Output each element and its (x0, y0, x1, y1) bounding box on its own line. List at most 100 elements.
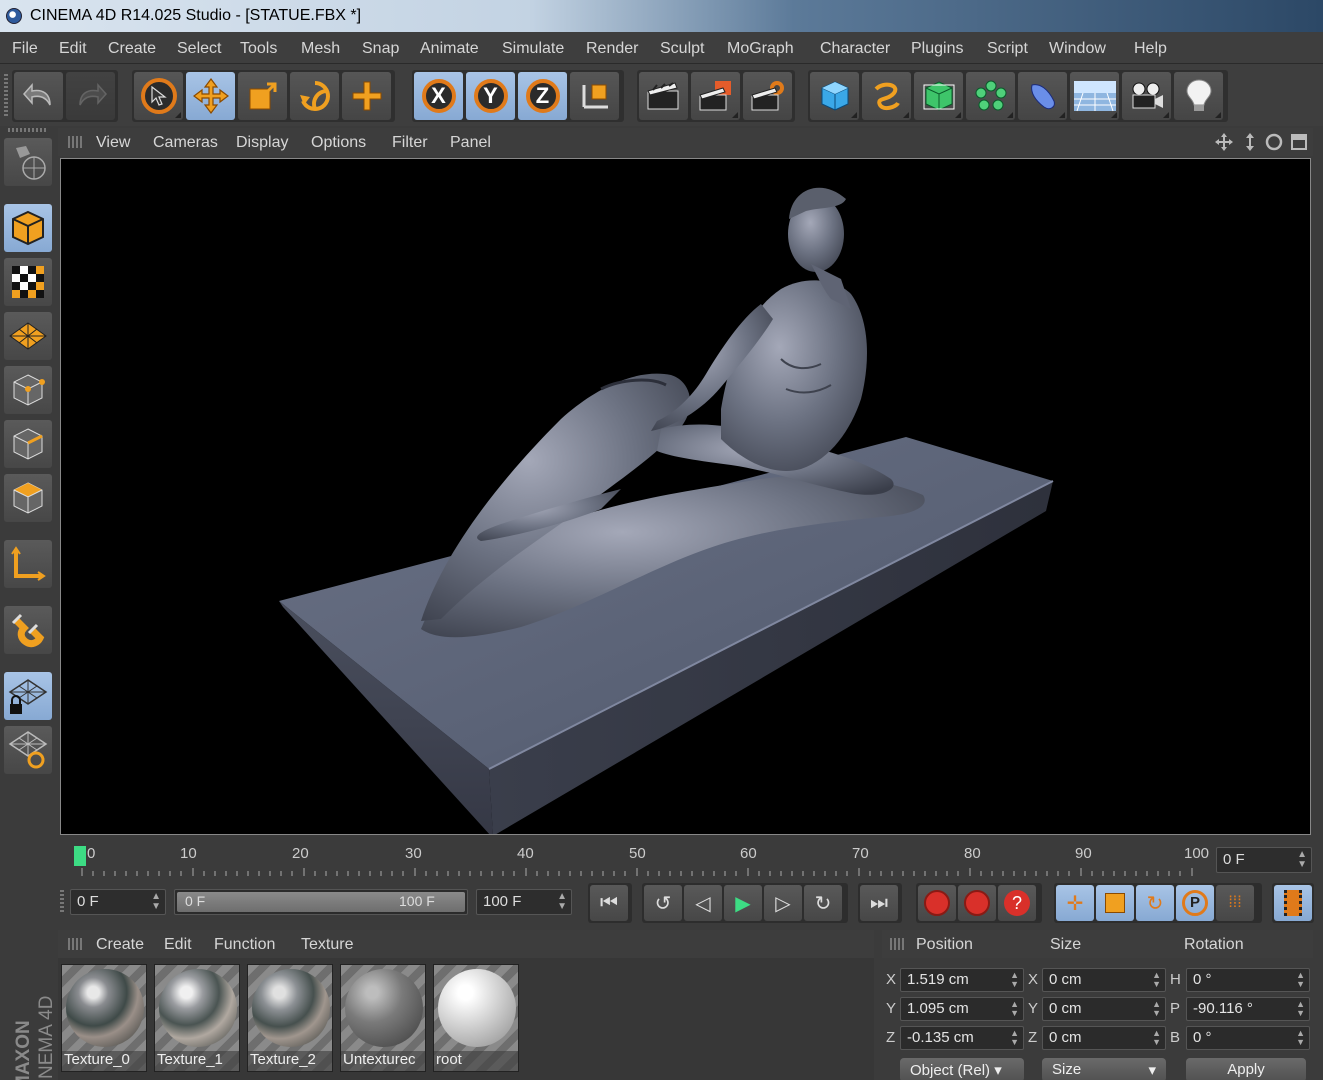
go-to-start-icon[interactable]: ⏮ (590, 885, 628, 921)
add-icon[interactable] (342, 72, 391, 120)
viewport-menu-filter[interactable]: Filter (392, 134, 428, 152)
menu-render[interactable]: Render (586, 40, 638, 58)
play-forward-icon[interactable]: ▶ (724, 885, 762, 921)
menu-tools[interactable]: Tools (240, 40, 277, 58)
rotation-b-field[interactable]: 0 ° ▲ ▼ (1186, 1026, 1310, 1050)
position-y-field[interactable]: 1.095 cm ▲ ▼ (900, 997, 1024, 1021)
size-mode-dropdown[interactable]: Size ▾ (1042, 1058, 1166, 1080)
undo-icon[interactable] (14, 72, 63, 120)
apply-button[interactable]: Apply (1186, 1058, 1306, 1080)
record-scale-icon[interactable] (1096, 885, 1134, 921)
size-y-field[interactable]: 0 cm ▲ ▼ (1042, 997, 1166, 1021)
light-icon[interactable] (1174, 72, 1223, 120)
position-z-field[interactable]: -0.135 cm ▲ ▼ (900, 1026, 1024, 1050)
coordinates-grip[interactable] (890, 938, 904, 950)
texture-mode-icon[interactable] (4, 258, 52, 306)
workplane-icon[interactable] (4, 726, 52, 774)
go-next-key-icon[interactable]: ↻ (804, 885, 842, 921)
material-texture-2[interactable]: Texture_2 (247, 964, 333, 1072)
subdivision-icon[interactable] (914, 72, 963, 120)
timeline-ruler[interactable]: 0 10 20 30 40 50 60 70 80 90 100 (60, 840, 1210, 878)
move-icon[interactable] (186, 72, 235, 120)
rotation-h-field[interactable]: 0 ° ▲ ▼ (1186, 968, 1310, 992)
material-grip[interactable] (68, 938, 82, 950)
rotate-icon[interactable] (290, 72, 339, 120)
go-to-end-icon[interactable]: ⏭ (860, 885, 898, 921)
magnet-icon[interactable] (4, 606, 52, 654)
spline-pen-icon[interactable] (862, 72, 911, 120)
render-picture-viewer-icon[interactable] (691, 72, 740, 120)
position-x-field[interactable]: 1.519 cm ▲ ▼ (900, 968, 1024, 992)
material-texture-1[interactable]: Texture_1 (154, 964, 240, 1072)
edges-mode-icon[interactable] (4, 420, 52, 468)
min-frame-field[interactable]: 0 F ▲ ▼ (70, 889, 166, 915)
render-view-icon[interactable] (639, 72, 688, 120)
lock-workplane-icon[interactable] (4, 672, 52, 720)
menu-snap[interactable]: Snap (362, 40, 399, 58)
next-frame-icon[interactable]: ▷ (764, 885, 802, 921)
viewport-menu-panel[interactable]: Panel (450, 134, 491, 152)
menu-help[interactable]: Help (1134, 40, 1167, 58)
menu-mesh[interactable]: Mesh (301, 40, 340, 58)
menu-window[interactable]: Window (1049, 40, 1106, 58)
palette-grip[interactable] (8, 128, 46, 132)
y-axis-lock-button[interactable]: Y (466, 72, 515, 120)
size-x-field[interactable]: 0 cm ▲ ▼ (1042, 968, 1166, 992)
x-axis-lock-button[interactable]: X (414, 72, 463, 120)
viewport-menu-options[interactable]: Options (311, 134, 366, 152)
preview-range-slider[interactable]: 0 F 100 F (174, 889, 468, 915)
record-parameter-icon[interactable]: P (1176, 885, 1214, 921)
toolbar-grip[interactable] (4, 74, 8, 116)
current-frame-field[interactable]: 0 F ▲ ▼ (1216, 847, 1312, 873)
world-coordinate-icon[interactable] (570, 72, 619, 120)
max-frame-field[interactable]: 100 F ▲ ▼ (476, 889, 572, 915)
material-menu-texture[interactable]: Texture (301, 936, 353, 954)
material-menu-create[interactable]: Create (96, 936, 144, 954)
menu-character[interactable]: Character (820, 40, 890, 58)
z-axis-lock-button[interactable]: Z (518, 72, 567, 120)
viewport-grip[interactable] (68, 136, 82, 148)
autokeying-icon[interactable] (958, 885, 996, 921)
menu-plugins[interactable]: Plugins (911, 40, 963, 58)
menu-file[interactable]: File (12, 40, 38, 58)
rotation-p-field[interactable]: -90.116 ° ▲ ▼ (1186, 997, 1310, 1021)
timeline-playhead[interactable] (74, 846, 86, 866)
cube-icon[interactable] (810, 72, 859, 120)
axis-mode-icon[interactable] (4, 540, 52, 588)
material-texture-0[interactable]: Texture_0 (61, 964, 147, 1072)
previous-frame-icon[interactable]: ◁ (684, 885, 722, 921)
material-untextured[interactable]: Untexturec (340, 964, 426, 1072)
menu-script[interactable]: Script (987, 40, 1028, 58)
record-point-level-icon[interactable]: ⁞⁞⁞ (1216, 885, 1254, 921)
film-strip-icon[interactable] (1274, 885, 1312, 921)
material-menu-edit[interactable]: Edit (164, 936, 192, 954)
points-mode-icon[interactable] (4, 366, 52, 414)
keyframe-selection-icon[interactable]: ? (998, 885, 1036, 921)
viewport-menu-cameras[interactable]: Cameras (153, 134, 218, 152)
array-icon[interactable] (966, 72, 1015, 120)
convert-icon[interactable] (4, 138, 52, 186)
3d-viewport[interactable] (60, 158, 1311, 835)
model-mode-icon[interactable] (4, 204, 52, 252)
menu-simulate[interactable]: Simulate (502, 40, 564, 58)
transport-grip[interactable] (60, 890, 64, 914)
menu-sculpt[interactable]: Sculpt (660, 40, 704, 58)
menu-mograph[interactable]: MoGraph (727, 40, 794, 58)
record-rotation-icon[interactable]: ↻ (1136, 885, 1174, 921)
scale-icon[interactable] (238, 72, 287, 120)
menu-edit[interactable]: Edit (59, 40, 87, 58)
polygons-mode-icon[interactable] (4, 474, 52, 522)
material-menu-function[interactable]: Function (214, 936, 275, 954)
viewport-navigation-icons[interactable] (1214, 132, 1308, 152)
size-z-field[interactable]: 0 cm ▲ ▼ (1042, 1026, 1166, 1050)
redo-icon[interactable] (66, 72, 115, 120)
menu-select[interactable]: Select (177, 40, 221, 58)
viewport-menu-display[interactable]: Display (236, 134, 288, 152)
material-root[interactable]: root (433, 964, 519, 1072)
live-selection-icon[interactable] (134, 72, 183, 120)
workplane-mode-icon[interactable] (4, 312, 52, 360)
record-position-icon[interactable]: ✛ (1056, 885, 1094, 921)
render-settings-icon[interactable] (743, 72, 792, 120)
record-active-objects-icon[interactable] (918, 885, 956, 921)
menu-create[interactable]: Create (108, 40, 156, 58)
